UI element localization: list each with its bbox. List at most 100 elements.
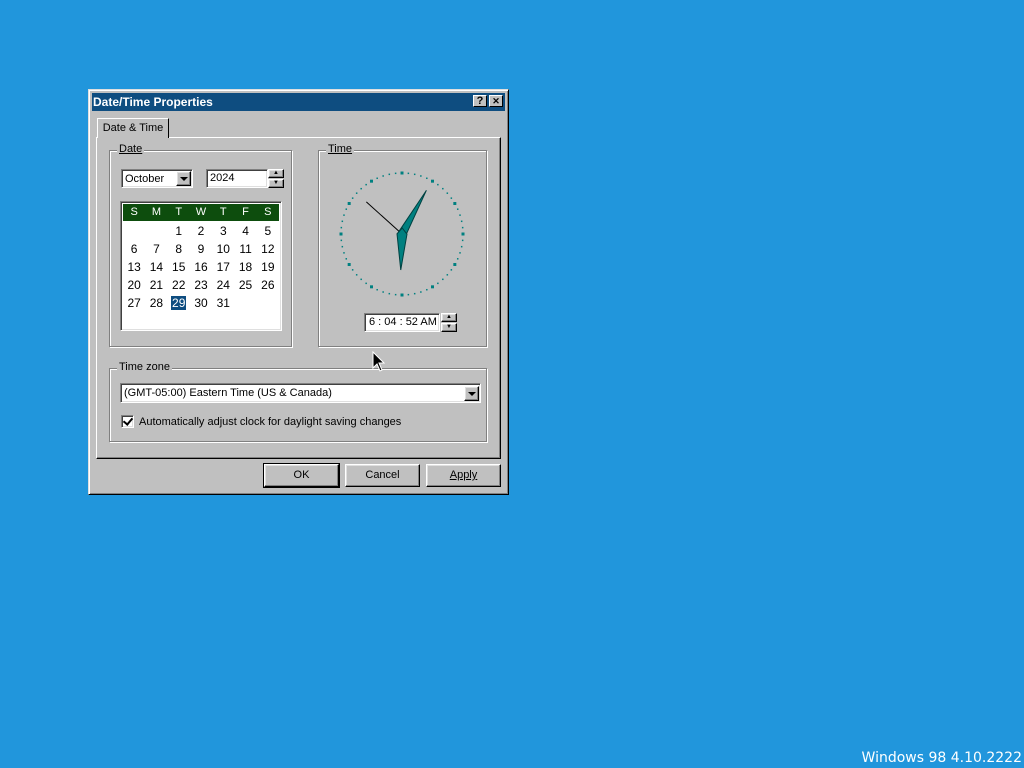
clock-minute-tick	[446, 192, 449, 194]
calendar-day[interactable]: 9	[190, 240, 212, 258]
calendar-day[interactable]: 6	[123, 240, 145, 258]
window-title: Date/Time Properties	[93, 95, 213, 109]
dst-checkbox-row[interactable]: Automatically adjust clock for daylight …	[121, 415, 401, 428]
calendar-day[interactable]: 21	[145, 276, 167, 294]
clock-minute-tick	[360, 278, 362, 281]
calendar-day[interactable]: 7	[145, 240, 167, 258]
year-input[interactable]: 2024	[206, 169, 268, 188]
dst-checkbox[interactable]	[121, 415, 134, 428]
calendar-day[interactable]: 12	[257, 240, 279, 258]
calendar-day[interactable]: 10	[212, 240, 234, 258]
time-spinner[interactable]: ▲ ▼	[441, 313, 457, 332]
clock-minute-tick	[420, 175, 422, 177]
clock-minute-tick	[394, 293, 397, 296]
clock-minute-tick	[340, 226, 343, 229]
calendar-day[interactable]: 19	[257, 258, 279, 276]
clock-hour-tick	[370, 285, 373, 289]
clock-minute-tick	[459, 252, 461, 254]
weekday-label: M	[151, 206, 161, 218]
calendar-day[interactable]: 26	[257, 276, 279, 294]
clock-hour-tick	[347, 263, 351, 266]
calendar-day[interactable]: 14	[145, 258, 167, 276]
timezone-group: Time zone (GMT-05:00) Eastern Time (US &…	[109, 361, 487, 442]
calendar-day[interactable]: 13	[123, 258, 145, 276]
clock-hour-hand	[396, 227, 408, 271]
clock-minute-tick	[461, 239, 464, 242]
clock-minute-tick	[340, 239, 343, 242]
weekday-label: F	[242, 206, 249, 218]
chevron-down-icon[interactable]	[176, 171, 191, 186]
clock-minute-tick	[459, 214, 461, 216]
ok-button[interactable]: OK	[263, 463, 340, 488]
date-group-label: Date	[117, 143, 145, 155]
calendar-day[interactable]: 20	[123, 276, 145, 294]
calendar-blank	[123, 222, 145, 240]
close-icon: ✕	[492, 96, 500, 106]
clock-minute-tick	[341, 220, 344, 223]
weekday-label: S	[130, 206, 138, 218]
title-bar[interactable]: Date/Time Properties ? ✕	[92, 93, 505, 111]
clock-hour-tick	[400, 293, 404, 297]
clock-minute-tick	[446, 274, 449, 276]
calendar-day[interactable]: 5	[257, 222, 279, 240]
calendar-day[interactable]: 2	[190, 222, 212, 240]
calendar-day[interactable]: 24	[212, 276, 234, 294]
clock-minute-tick	[456, 258, 459, 260]
calendar-day[interactable]: 22	[168, 276, 190, 294]
tab-date-time[interactable]: Date & Time	[97, 118, 169, 138]
calendar-day[interactable]: 11	[234, 240, 256, 258]
timezone-dropdown[interactable]: (GMT-05:00) Eastern Time (US & Canada)	[120, 383, 481, 403]
cancel-button[interactable]: Cancel	[345, 464, 420, 487]
calendar-day[interactable]: 31	[212, 294, 234, 312]
clock-hour-tick	[400, 171, 404, 175]
clock-minute-tick	[365, 183, 367, 186]
spin-up-icon[interactable]: ▲	[441, 313, 457, 322]
spin-down-icon[interactable]: ▼	[441, 323, 457, 332]
calendar-day[interactable]: 29	[168, 294, 190, 312]
calendar-day[interactable]: 30	[190, 294, 212, 312]
chevron-down-icon[interactable]	[464, 385, 479, 401]
os-version-text: Windows 98 4.10.2222	[861, 750, 1022, 766]
time-group-label: Time	[326, 143, 355, 155]
calendar-day[interactable]: 17	[212, 258, 234, 276]
clock-minute-tick	[437, 183, 439, 186]
apply-button[interactable]: Apply	[426, 464, 501, 487]
clock-minute-tick	[456, 208, 459, 210]
clock-minute-tick	[360, 187, 362, 190]
calendar-day[interactable]: 15	[168, 258, 190, 276]
help-button[interactable]: ?	[473, 95, 487, 107]
clock-hour-tick	[370, 179, 373, 183]
time-input[interactable]: 6 : 04 : 52 AM	[364, 313, 440, 332]
calendar-day[interactable]: 23	[190, 276, 212, 294]
calendar-day[interactable]: 8	[168, 240, 190, 258]
calendar-days-grid[interactable]: 1 2 3 4 5 6 7 8 9 10 11 12 13 14 15 16 17 18 19 20 21 22 23 24 2…	[123, 222, 279, 312]
calendar-day[interactable]: 4	[234, 222, 256, 240]
clock-minute-tick	[426, 288, 428, 291]
calendar-day[interactable]: 18	[234, 258, 256, 276]
calendar[interactable]: SMTWTFS 1 2 3 4 5 6 7 8 9 10 11 12 13 14 15 16 17 18 19 20 2…	[120, 201, 282, 331]
month-dropdown[interactable]: October	[121, 169, 193, 188]
clock-minute-tick	[341, 245, 344, 248]
time-group: Time 6 : 04 : 52 AM ▲ ▼	[318, 143, 487, 347]
spin-up-icon[interactable]: ▲	[268, 169, 284, 178]
clock-second-hand	[365, 201, 403, 235]
clock-minute-tick	[461, 226, 464, 229]
clock-hour-tick	[431, 179, 434, 183]
clock-minute-tick	[376, 288, 378, 291]
calendar-day[interactable]: 25	[234, 276, 256, 294]
clock-minute-tick	[437, 282, 439, 285]
spin-down-icon[interactable]: ▼	[268, 179, 284, 188]
calendar-day[interactable]: 28	[145, 294, 167, 312]
clock-minute-tick	[394, 172, 397, 175]
clock-minute-tick	[382, 291, 384, 293]
clock-minute-tick	[376, 177, 378, 180]
calendar-day[interactable]: 3	[212, 222, 234, 240]
calendar-day[interactable]: 27	[123, 294, 145, 312]
clock-minute-tick	[355, 274, 358, 276]
clock-minute-tick	[407, 293, 410, 296]
weekday-label: T	[175, 206, 183, 218]
calendar-day[interactable]: 16	[190, 258, 212, 276]
year-spinner[interactable]: ▲ ▼	[268, 169, 284, 188]
close-button[interactable]: ✕	[489, 95, 503, 107]
calendar-day[interactable]: 1	[168, 222, 190, 240]
